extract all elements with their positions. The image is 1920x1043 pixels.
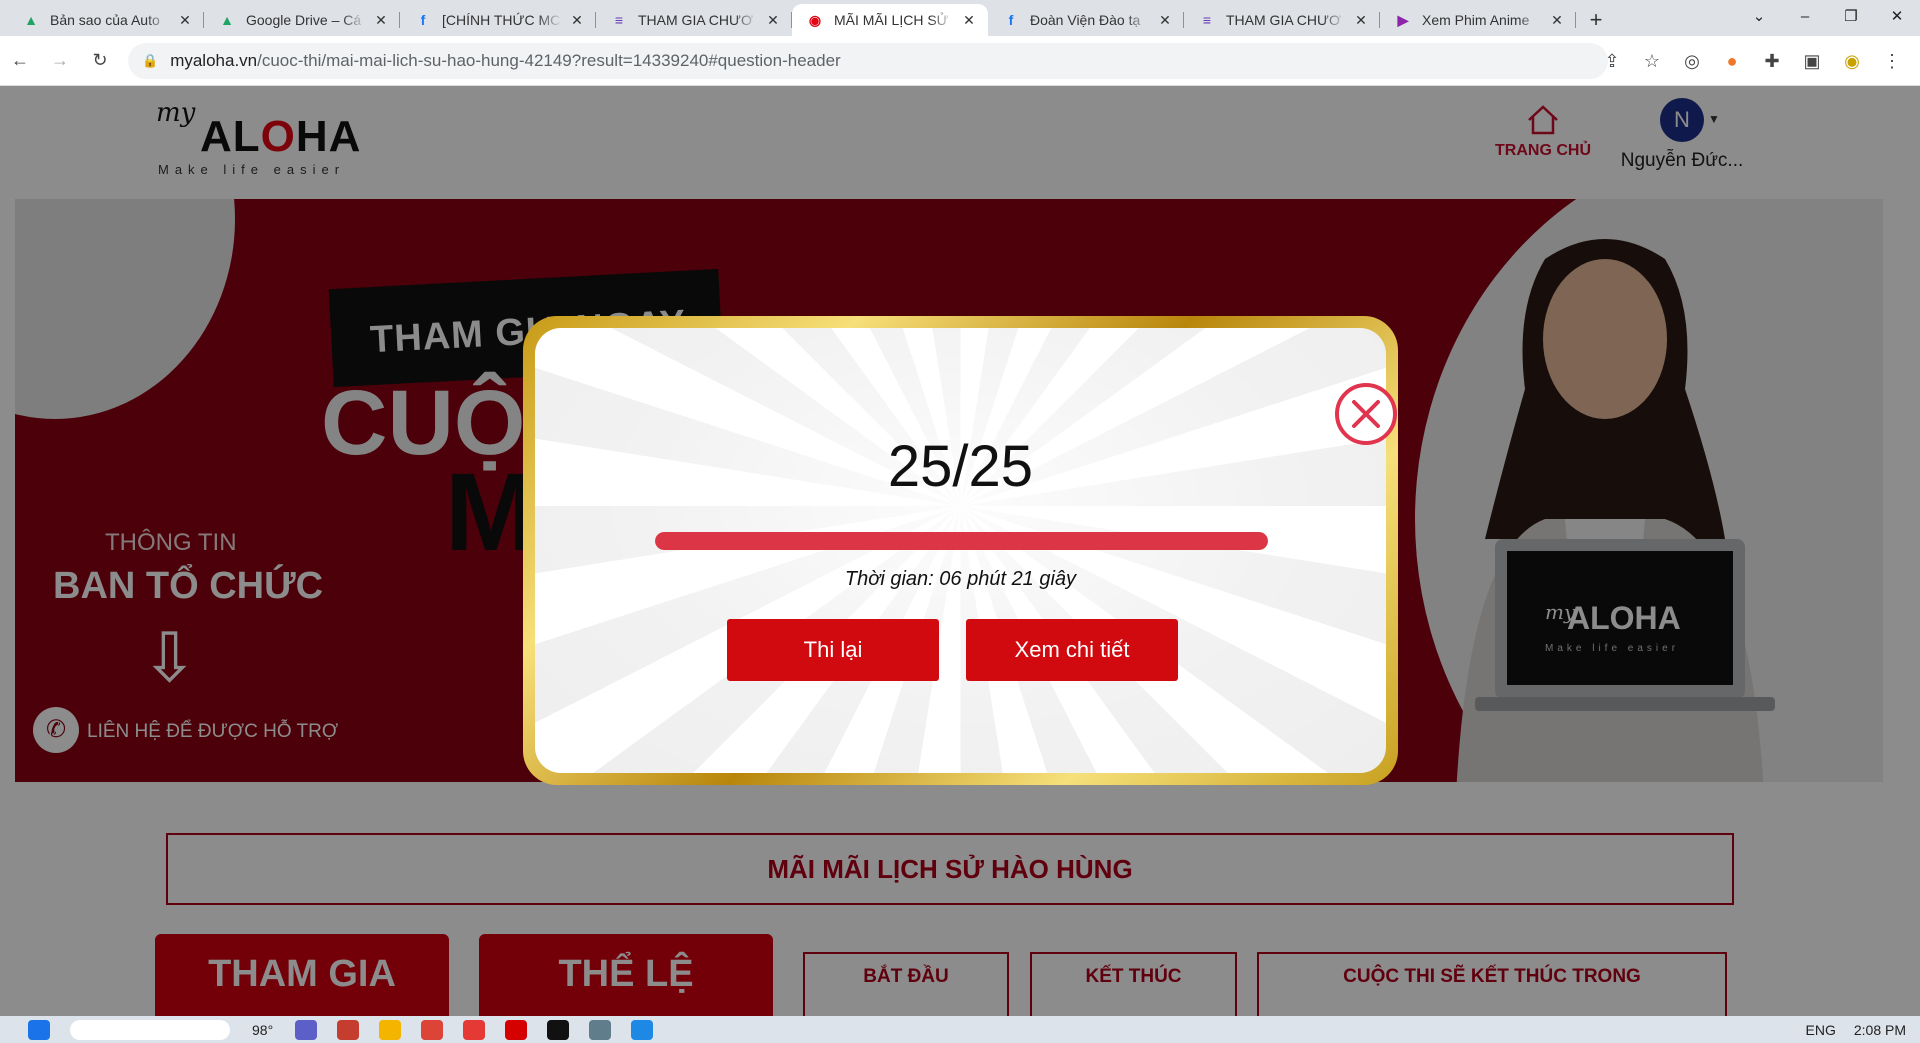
weather-text[interactable]: 98° [252,1022,273,1038]
reload-icon[interactable]: ↻ [80,50,120,71]
app-red-icon[interactable] [463,1019,486,1040]
menu-kebab-icon[interactable]: ⋮ [1872,51,1912,72]
browser-tab[interactable]: f Đoàn Viện Đào tạ ✕ [988,4,1184,36]
new-tab-button[interactable]: + [1576,4,1616,36]
tab-list: ▲ Bản sao của Auto ✕ ▲ Google Drive – Cá ✕ f [C… [0,0,1576,36]
google-forms-icon: ≡ [614,12,624,28]
browser-tab-strip: ▲ Bản sao của Auto ✕ ▲ Google Drive – Cá ✕ f [C… [0,0,1920,36]
extension-orange-icon[interactable]: ● [1712,51,1752,72]
restore-icon[interactable]: ❐ [1828,0,1874,32]
myaloha-icon: ◉ [808,11,822,28]
result-modal: 25/25 Thời gian: 06 phút 21 giây Thi lại… [523,316,1398,785]
app-blue-icon[interactable] [589,1019,612,1040]
profile-icon[interactable]: ◉ [1832,51,1872,72]
tiktok-icon[interactable] [547,1019,570,1040]
result-modal-body: 25/25 Thời gian: 06 phút 21 giây Thi lại… [535,328,1386,773]
url-path: /cuoc-thi/mai-mai-lich-su-hao-hung-42149… [257,50,841,70]
store-icon[interactable] [337,1019,360,1040]
play-icon: ▶ [1397,11,1409,28]
view-details-button[interactable]: Xem chi tiết [966,619,1178,681]
close-window-icon[interactable]: ✕ [1874,0,1920,32]
toolbar-icons: ⇪ ☆ ◎ ● ✚ ▣ ◉ ⋮ [1592,36,1912,86]
forward-icon[interactable]: → [40,50,80,71]
windows-start-icon[interactable] [28,1019,50,1040]
tab-title: Google Drive – Cá [246,12,362,28]
browser-tab[interactable]: f [CHÍNH THỨC MC ✕ [400,4,596,36]
facebook-icon: f [420,12,426,28]
minimize-icon[interactable]: – [1782,0,1828,32]
google-drive-icon: ▲ [24,12,38,28]
browser-tab[interactable]: ▲ Google Drive – Cá ✕ [204,4,400,36]
url-host: myaloha.vn [170,50,258,70]
window-controls: ⌄ – ❐ ✕ [1736,0,1920,32]
tab-close-icon[interactable]: ✕ [1548,12,1566,29]
page-viewport: my ALOHA Make life easier TRANG CHỦ N ▼ … [0,86,1920,1016]
back-icon[interactable]: ← [0,50,40,71]
score-progress-bar [655,532,1268,550]
tab-title: Đoàn Viện Đào tạ [1030,12,1141,28]
google-drive-icon: ▲ [220,12,234,28]
side-panel-icon[interactable]: ▣ [1792,51,1832,72]
browser-tab[interactable]: ▶ Xem Phim Anime ✕ [1380,4,1576,36]
extension-icon[interactable]: ◎ [1672,51,1712,72]
lock-icon: 🔒 [142,52,159,68]
chat-icon[interactable] [295,1019,318,1040]
tab-close-icon[interactable]: ✕ [1156,12,1174,29]
tab-search-chevron-icon[interactable]: ⌄ [1736,0,1782,32]
system-tray: ENG 2:08 PM [1806,1016,1906,1043]
tab-title: THAM GIA CHƯƠ [638,12,753,28]
address-bar-row: ← → ↻ 🔒 myaloha.vn/cuoc-thi/mai-mai-lich… [0,36,1920,86]
app-red2-icon[interactable] [505,1019,528,1040]
google-forms-icon: ≡ [1202,12,1212,28]
tab-close-icon[interactable]: ✕ [568,12,586,29]
facebook-icon: f [1008,12,1014,28]
tab-close-icon[interactable]: ✕ [960,12,978,29]
url-bar[interactable]: 🔒 myaloha.vn/cuoc-thi/mai-mai-lich-su-ha… [128,42,1608,79]
tab-close-icon[interactable]: ✕ [764,12,782,29]
tab-title: Xem Phim Anime [1422,12,1530,28]
tab-title: [CHÍNH THỨC MC [442,12,561,28]
share-icon[interactable]: ⇪ [1592,51,1632,72]
tab-title: MÃI MÃI LỊCH SỬ [834,12,949,28]
tab-title: THAM GIA CHƯƠ [1226,12,1341,28]
close-icon [1352,400,1380,428]
tab-close-icon[interactable]: ✕ [176,12,194,29]
file-explorer-icon[interactable] [379,1019,402,1040]
browser-tab[interactable]: ≡ THAM GIA CHƯƠ ✕ [1184,4,1380,36]
score-text: 25/25 [887,434,1034,499]
browser-tab[interactable]: ▲ Bản sao của Auto ✕ [8,4,204,36]
chrome-icon[interactable] [421,1019,444,1040]
windows-taskbar: 98° ENG 2:08 PM [0,1016,1920,1043]
tab-close-icon[interactable]: ✕ [372,12,390,29]
browser-tab[interactable]: ≡ THAM GIA CHƯƠ ✕ [596,4,792,36]
language-indicator[interactable]: ENG [1806,1022,1836,1038]
bookmark-star-icon[interactable]: ☆ [1632,51,1672,72]
elapsed-time-text: Thời gian: 06 phút 21 giây [844,568,1077,590]
edge-icon[interactable] [631,1019,654,1040]
score-progress-fill [655,532,1268,550]
retry-button[interactable]: Thi lại [727,619,939,681]
close-modal-button[interactable] [1335,383,1397,445]
clock[interactable]: 2:08 PM [1854,1022,1906,1038]
tab-close-icon[interactable]: ✕ [1352,12,1370,29]
browser-tab[interactable]: ◉ MÃI MÃI LỊCH SỬ ✕ [792,4,988,36]
tab-title: Bản sao của Auto [50,12,160,28]
search-icon[interactable] [70,1019,230,1040]
extensions-puzzle-icon[interactable]: ✚ [1752,51,1792,72]
